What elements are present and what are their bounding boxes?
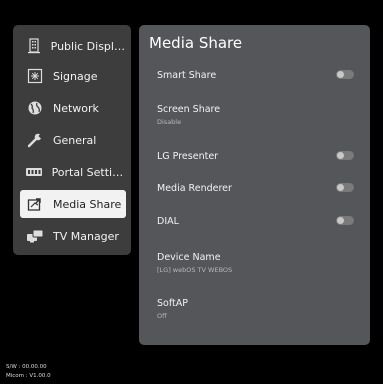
row-label: LG Presenter xyxy=(157,151,219,162)
row-label: Screen Share xyxy=(157,104,221,115)
sidebar-item-general[interactable]: General xyxy=(20,126,126,154)
lg-presenter-toggle[interactable] xyxy=(336,151,354,160)
sidebar-item-label: General xyxy=(53,133,97,147)
row-label: Device Name xyxy=(157,252,221,263)
wrench-icon xyxy=(25,130,45,150)
row-label: Media Renderer xyxy=(157,183,232,194)
sidebar-item-label: Network xyxy=(53,101,99,115)
sidebar-item-label: Media Share xyxy=(53,197,122,211)
lg-presenter-row[interactable]: LG Presenter xyxy=(157,151,357,162)
media-share-icon xyxy=(25,194,45,214)
row-label: DIAL xyxy=(157,216,179,227)
row-value: Disable xyxy=(157,118,182,126)
sidebar-item-portal-settings[interactable]: Portal Settings xyxy=(20,158,126,186)
media-share-panel: Media Share Smart Share Screen Share Dis… xyxy=(139,25,370,345)
row-label: SoftAP xyxy=(157,298,188,309)
sidebar-item-signage[interactable]: Signage xyxy=(20,62,126,90)
dial-toggle[interactable] xyxy=(336,216,354,225)
software-version: S/W : 00.00.00 xyxy=(6,364,47,370)
sidebar-item-label: Signage xyxy=(53,69,98,83)
settings-sidebar: Public Display... Signage Network Genera… xyxy=(13,25,131,255)
sidebar-item-network[interactable]: Network xyxy=(20,94,126,122)
tv-manager-icon xyxy=(25,226,45,246)
row-label: Smart Share xyxy=(157,70,217,81)
row-value: [LG] webOS TV WEBOS xyxy=(157,266,233,274)
globe-icon xyxy=(25,98,45,118)
signage-icon xyxy=(25,66,45,86)
sidebar-item-public-display[interactable]: Public Display... xyxy=(20,32,126,60)
sidebar-item-media-share[interactable]: Media Share xyxy=(20,190,126,218)
toggle-knob xyxy=(337,217,344,224)
device-name-row[interactable]: Device Name [LG] webOS TV WEBOS xyxy=(157,252,357,274)
page-title: Media Share xyxy=(149,34,243,52)
media-renderer-toggle[interactable] xyxy=(336,183,354,192)
sidebar-item-label: TV Manager xyxy=(53,229,119,243)
smart-share-row[interactable]: Smart Share xyxy=(157,70,357,81)
media-renderer-row[interactable]: Media Renderer xyxy=(157,183,357,194)
dial-row[interactable]: DIAL xyxy=(157,216,357,227)
micom-version: Micom : V1.00.0 xyxy=(6,373,51,379)
building-icon xyxy=(25,36,43,56)
toggle-knob xyxy=(337,184,344,191)
toggle-knob xyxy=(337,152,344,159)
toggle-knob xyxy=(337,71,344,78)
sidebar-item-label: Portal Settings xyxy=(51,165,126,179)
sidebar-item-label: Public Display... xyxy=(50,39,126,53)
softap-row[interactable]: SoftAP Off xyxy=(157,298,357,320)
row-value: Off xyxy=(157,312,167,320)
sidebar-item-tv-manager[interactable]: TV Manager xyxy=(20,222,126,250)
portal-icon xyxy=(25,162,44,182)
screen-share-row[interactable]: Screen Share Disable xyxy=(157,104,357,126)
smart-share-toggle[interactable] xyxy=(336,70,354,79)
